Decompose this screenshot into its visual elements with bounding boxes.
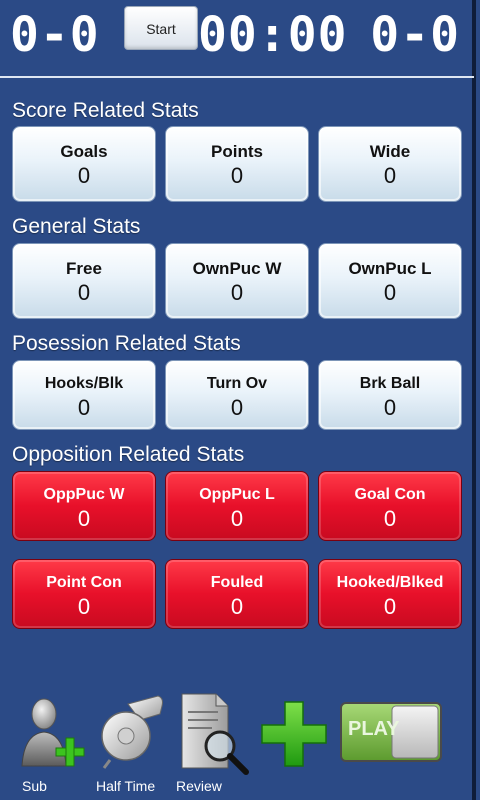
stat-label: Point Con — [46, 574, 122, 591]
stat-label: Hooked/Blked — [336, 574, 444, 591]
hooks-blocks-button[interactable]: Hooks/Blk 0 — [12, 360, 156, 430]
stat-label: OppPuc L — [199, 486, 275, 503]
section-title-score: Score Related Stats — [12, 99, 199, 122]
review-button[interactable]: Review — [176, 690, 250, 800]
sub-person-add-icon — [21, 698, 85, 767]
stat-value: 0 — [230, 280, 244, 305]
play-toggle[interactable]: PLAY — [340, 702, 442, 762]
plus-icon — [261, 701, 327, 767]
possession-stats-row: Hooks/Blk 0 Turn Ov 0 Brk Ball 0 — [12, 360, 462, 430]
half-time-label: Half Time — [96, 778, 156, 794]
section-title-general: General Stats — [12, 215, 141, 238]
stat-value: 0 — [230, 594, 244, 619]
stat-value: 0 — [77, 594, 91, 619]
points-button[interactable]: Points 0 — [165, 126, 309, 202]
ownpuc-lost-button[interactable]: OwnPuc L 0 — [318, 243, 462, 319]
goal-conceded-button[interactable]: Goal Con 0 — [318, 471, 462, 541]
whistle-icon — [101, 695, 163, 769]
stat-label: OppPuc W — [43, 486, 125, 503]
stat-value: 0 — [383, 594, 397, 619]
stat-label: OwnPuc L — [348, 259, 432, 278]
match-clock: 00:00 — [198, 7, 348, 63]
play-label: PLAY — [348, 718, 400, 740]
wide-button[interactable]: Wide 0 — [318, 126, 462, 202]
stat-label: Goals — [60, 142, 108, 161]
add-button[interactable] — [258, 690, 330, 770]
stat-label: Brk Ball — [359, 375, 421, 392]
stat-label: Free — [66, 259, 102, 278]
stat-value: 0 — [383, 506, 397, 531]
sub-button[interactable]: Sub — [18, 690, 90, 800]
away-score: 0-0 — [370, 7, 460, 63]
hooked-blocked-button[interactable]: Hooked/Blked 0 — [318, 559, 462, 629]
free-button[interactable]: Free 0 — [12, 243, 156, 319]
opposition-stats-row-1: OppPuc W 0 OppPuc L 0 Goal Con 0 — [12, 471, 462, 541]
stat-label: OwnPuc W — [192, 259, 282, 278]
bottom-toolbar: Sub Half Time Review PLAY — [0, 690, 474, 800]
stat-value: 0 — [77, 395, 91, 420]
turnover-button[interactable]: Turn Ov 0 — [165, 360, 309, 430]
start-button[interactable]: Start — [124, 6, 198, 50]
break-ball-button[interactable]: Brk Ball 0 — [318, 360, 462, 430]
goals-button[interactable]: Goals 0 — [12, 126, 156, 202]
stat-label: Wide — [369, 142, 411, 161]
section-title-opposition: Opposition Related Stats — [12, 443, 245, 466]
section-title-possession: Posession Related Stats — [12, 332, 241, 355]
stat-label: Goal Con — [354, 486, 426, 503]
fouled-button[interactable]: Fouled 0 — [165, 559, 309, 629]
stat-value: 0 — [383, 280, 397, 305]
sub-label: Sub — [22, 778, 47, 794]
half-time-button[interactable]: Half Time — [96, 690, 170, 800]
review-label: Review — [176, 778, 222, 794]
scoreboard: 0-0 Start 00:00 0-0 — [0, 0, 474, 78]
stat-value: 0 — [230, 395, 244, 420]
stat-value: 0 — [383, 163, 397, 188]
point-conceded-button[interactable]: Point Con 0 — [12, 559, 156, 629]
stat-label: Hooks/Blk — [44, 375, 124, 392]
ownpuc-won-button[interactable]: OwnPuc W 0 — [165, 243, 309, 319]
stat-value: 0 — [77, 163, 91, 188]
stat-label: Turn Ov — [206, 375, 268, 392]
review-document-magnifier-icon — [181, 693, 249, 775]
stat-value: 0 — [77, 506, 91, 531]
general-stats-row: Free 0 OwnPuc W 0 OwnPuc L 0 — [12, 243, 462, 319]
stat-value: 0 — [383, 395, 397, 420]
stat-value: 0 — [230, 163, 244, 188]
opppuc-lost-button[interactable]: OppPuc L 0 — [165, 471, 309, 541]
stat-label: Fouled — [210, 574, 264, 591]
opposition-stats-row-2: Point Con 0 Fouled 0 Hooked/Blked 0 — [12, 559, 462, 629]
stat-label: Points — [211, 142, 263, 161]
home-score: 0-0 — [10, 7, 100, 63]
opppuc-won-button[interactable]: OppPuc W 0 — [12, 471, 156, 541]
stat-value: 0 — [230, 506, 244, 531]
stat-value: 0 — [77, 280, 91, 305]
score-stats-row: Goals 0 Points 0 Wide 0 — [12, 126, 462, 202]
